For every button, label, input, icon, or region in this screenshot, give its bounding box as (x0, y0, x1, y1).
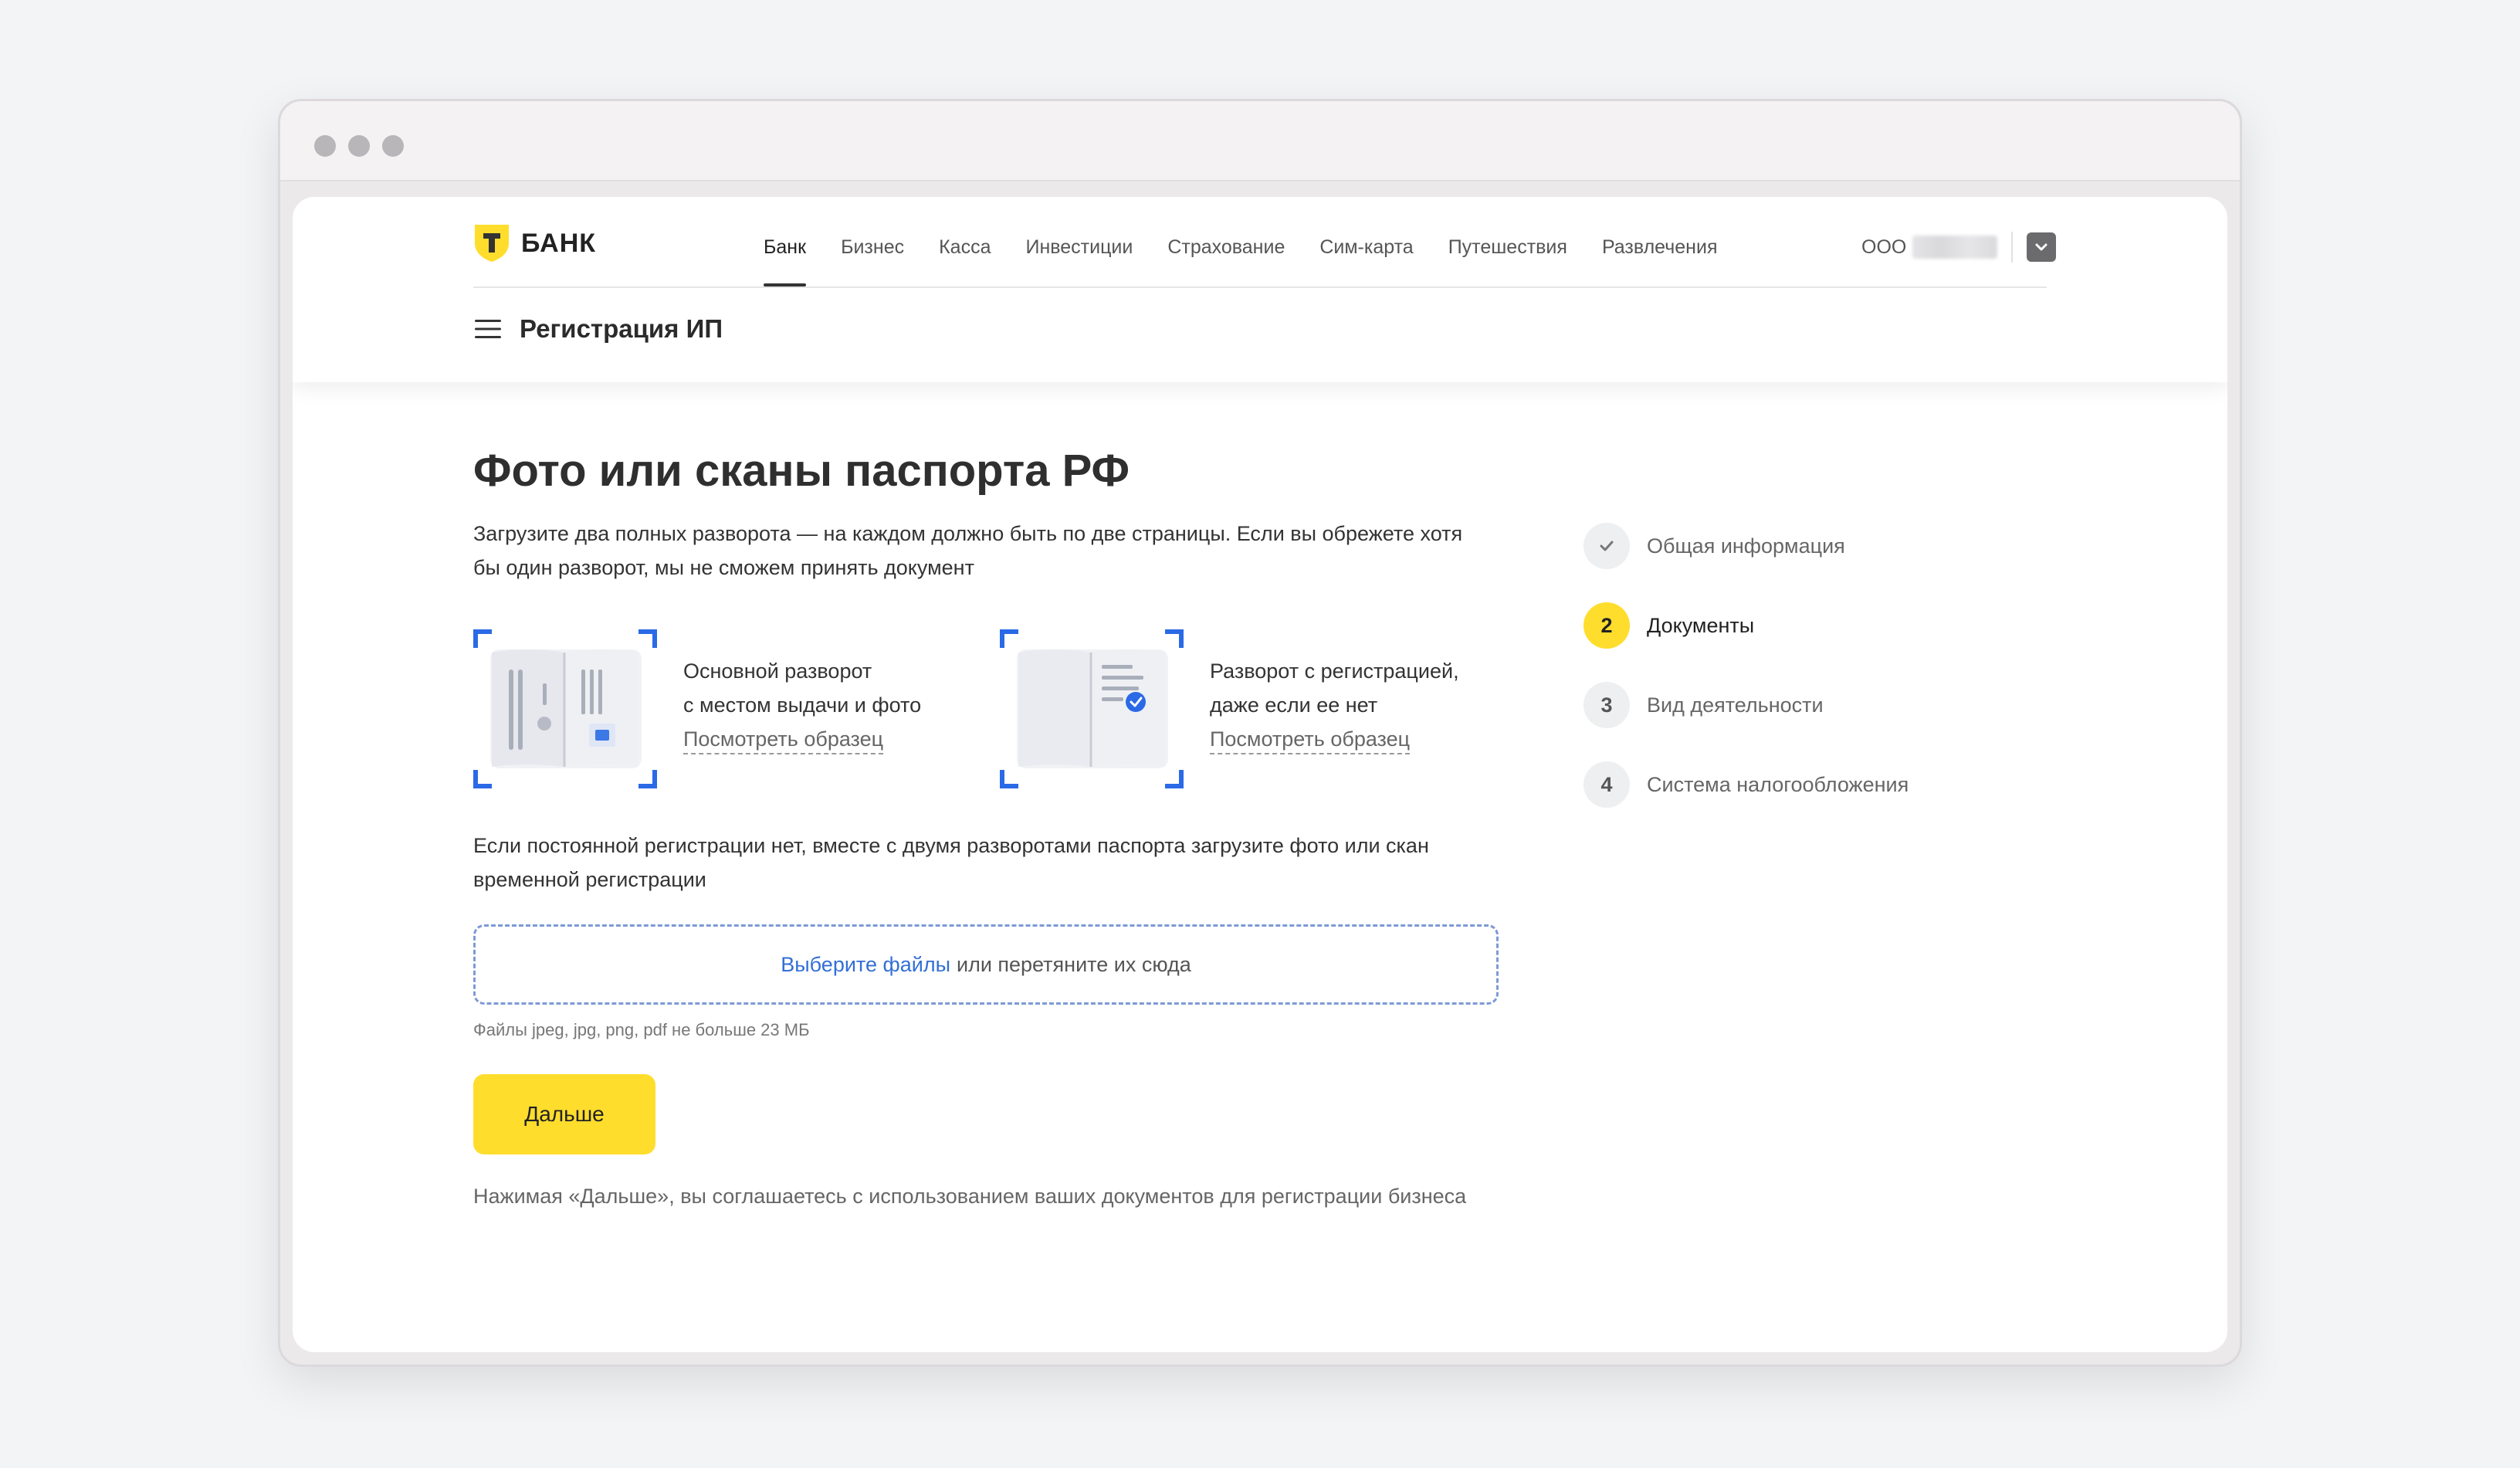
progress-steps: Общая информация 2 Документы 3 Вид деяте… (1583, 523, 1909, 841)
lead-text: Загрузите два полных разворота — на кажд… (473, 522, 1463, 579)
main-nav: Банк Бизнес Касса Инвестиции Страхование… (764, 228, 1753, 286)
header-divider (473, 286, 2047, 288)
nav-item-insurance[interactable]: Страхование (1167, 228, 1285, 286)
account-menu[interactable]: ООО (1861, 228, 2057, 266)
account-dropdown-button[interactable] (2027, 232, 2057, 262)
account-name: ООО (1861, 236, 1907, 258)
nav-item-kassa[interactable]: Касса (939, 228, 991, 286)
main-content: Фото или сканы паспорта РФ Загрузите два… (473, 444, 1508, 1208)
passport-registration-spread-icon (1000, 629, 1184, 788)
step-label: Документы (1647, 613, 1755, 637)
file-dropzone[interactable]: Выберите файлы или перетяните их сюда (473, 924, 1499, 1005)
step-badge: 3 (1583, 682, 1630, 728)
site-header: БАНК Банк Бизнес Касса Инвестиции Страхо… (293, 197, 2227, 382)
dropzone-hint-text: или перетяните их сюда (956, 952, 1191, 976)
step-general-info[interactable]: Общая информация (1583, 523, 1909, 569)
nav-item-bank[interactable]: Банк (764, 228, 807, 286)
browser-window: БАНК Банк Бизнес Касса Инвестиции Страхо… (278, 99, 2242, 1367)
logo-text: БАНК (521, 228, 597, 258)
consent-text: Нажимая «Дальше», вы соглашаетесь с испо… (473, 1185, 1467, 1208)
logo[interactable]: БАНК (473, 223, 596, 263)
account-name-redacted (1912, 236, 1998, 259)
passport-spreads: Основной разворот с местом выдачи и фото… (473, 629, 1508, 792)
spread-registration-caption: Разворот с регистрацией, даже если ее не… (1210, 659, 1459, 717)
window-maximize-dot[interactable] (382, 135, 404, 157)
next-button[interactable]: Дальше (473, 1074, 655, 1154)
nav-item-entertainment[interactable]: Развлечения (1602, 228, 1718, 286)
step-label: Система налогообложения (1647, 772, 1909, 796)
step-badge: 4 (1583, 761, 1630, 808)
spread-main: Основной разворот с местом выдачи и фото… (473, 629, 921, 788)
step-activity-type[interactable]: 3 Вид деятельности (1583, 682, 1909, 728)
account-divider (2011, 232, 2014, 263)
spread-main-sample-link[interactable]: Посмотреть образец (683, 725, 884, 754)
step-badge-done (1583, 523, 1630, 569)
menu-icon[interactable] (473, 317, 503, 341)
spread-main-text: Основной разворот с местом выдачи и фото… (683, 629, 921, 788)
window-close-dot[interactable] (314, 135, 336, 157)
subheader-title: Регистрация ИП (520, 314, 723, 343)
spread-registration: Разворот с регистрацией, даже если ее не… (1000, 629, 1459, 788)
file-format-hint: Файлы jpeg, jpg, png, pdf не больше 23 М… (473, 1020, 810, 1039)
step-badge-current: 2 (1583, 602, 1630, 649)
spread-registration-sample-link[interactable]: Посмотреть образец (1210, 725, 1411, 754)
window-titlebar (280, 101, 2240, 181)
subheader: Регистрация ИП (473, 314, 723, 344)
nav-item-travel[interactable]: Путешествия (1448, 228, 1567, 286)
shield-logo-icon (475, 225, 509, 262)
page: БАНК Банк Бизнес Касса Инвестиции Страхо… (293, 197, 2227, 1352)
step-tax-system[interactable]: 4 Система налогообложения (1583, 761, 1909, 808)
step-documents[interactable]: 2 Документы (1583, 602, 1909, 649)
nav-item-business[interactable]: Бизнес (841, 228, 904, 286)
spread-main-caption: Основной разворот с местом выдачи и фото (683, 659, 922, 717)
page-title: Фото или сканы паспорта РФ (473, 446, 1130, 496)
choose-files-link[interactable]: Выберите файлы (781, 953, 950, 977)
window-minimize-dot[interactable] (348, 135, 370, 157)
passport-main-spread-icon (473, 629, 657, 788)
step-label: Вид деятельности (1647, 693, 1824, 717)
check-icon (1600, 541, 1614, 551)
temporary-registration-note: Если постоянной регистрации нет, вместе … (473, 834, 1429, 891)
chevron-down-icon (2035, 243, 2048, 251)
spread-registration-text: Разворот с регистрацией, даже если ее не… (1210, 629, 1459, 788)
nav-item-sim-card[interactable]: Сим-карта (1319, 228, 1413, 286)
step-label: Общая информация (1647, 534, 1845, 558)
nav-item-investments[interactable]: Инвестиции (1025, 228, 1133, 286)
